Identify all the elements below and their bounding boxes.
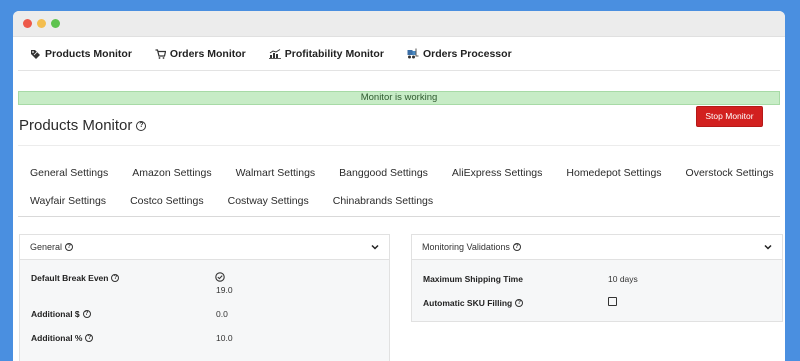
setting-label: Additional $ ? <box>31 309 91 319</box>
settings-tabs: General Settings Amazon Settings Walmart… <box>18 159 780 215</box>
tab-walmart-settings[interactable]: Walmart Settings <box>224 167 328 179</box>
nav-item-label: Orders Processor <box>422 47 512 60</box>
help-icon[interactable]: ? <box>512 243 521 251</box>
setting-value[interactable]: 10.0 <box>216 333 233 343</box>
stop-monitor-button[interactable]: Stop Monitor <box>696 106 763 127</box>
tab-chinabrands-settings[interactable]: Chinabrands Settings <box>321 195 445 207</box>
tab-costway-settings[interactable]: Costway Settings <box>216 195 321 207</box>
tab-aliexpress-settings[interactable]: AliExpress Settings <box>440 167 554 179</box>
automatic-sku-filling-checkbox[interactable] <box>608 297 617 306</box>
setting-label-text: Default Break Even <box>31 273 109 283</box>
page-title: Products Monitor ? <box>19 117 147 134</box>
help-icon[interactable]: ? <box>111 274 120 282</box>
setting-label: Automatic SKU Filling ? <box>423 298 524 308</box>
chevron-down-icon[interactable] <box>764 244 772 250</box>
chevron-down-icon[interactable] <box>371 244 379 250</box>
monitor-status-banner: Monitor is working <box>18 91 780 105</box>
general-panel-header[interactable]: General ? <box>20 235 389 260</box>
divider <box>18 145 780 146</box>
chart-icon <box>268 48 281 59</box>
nav-products-monitor[interactable]: Products Monitor <box>30 48 132 60</box>
nav-profitability-monitor[interactable]: Profitability Monitor <box>268 47 384 60</box>
help-icon[interactable]: ? <box>136 120 147 131</box>
maximize-window-button[interactable] <box>51 19 60 28</box>
help-icon[interactable]: ? <box>515 299 524 307</box>
setting-value[interactable]: 0.0 <box>216 309 228 319</box>
monitoring-validations-panel: Monitoring Validations ? Maximum Shippin… <box>411 234 783 322</box>
tabs-divider <box>18 216 780 217</box>
app-window: Products Monitor Orders Monitor Profitab… <box>13 11 785 361</box>
minimize-window-button[interactable] <box>37 19 46 28</box>
nav-orders-monitor[interactable]: Orders Monitor <box>155 48 246 60</box>
tag-icon <box>31 49 40 59</box>
settings-tabs-row-1: General Settings Amazon Settings Walmart… <box>18 159 780 187</box>
setting-label-text: Automatic SKU Filling <box>423 298 513 308</box>
tab-homedepot-settings[interactable]: Homedepot Settings <box>554 167 673 179</box>
check-circle-icon <box>215 272 225 282</box>
help-icon[interactable]: ? <box>85 334 94 342</box>
tab-costco-settings[interactable]: Costco Settings <box>118 195 216 207</box>
setting-label-text: Maximum Shipping Time <box>423 274 523 284</box>
setting-label: Default Break Even ? <box>31 273 120 283</box>
top-navigation: Products Monitor Orders Monitor Profitab… <box>18 37 780 71</box>
help-icon[interactable]: ? <box>82 310 91 318</box>
window-titlebar <box>13 11 785 37</box>
setting-label-text: Additional $ <box>31 309 80 319</box>
setting-value[interactable]: 19.0 <box>216 285 233 295</box>
tab-amazon-settings[interactable]: Amazon Settings <box>120 167 223 179</box>
tab-wayfair-settings[interactable]: Wayfair Settings <box>18 195 118 207</box>
monitoring-validations-header[interactable]: Monitoring Validations ? <box>412 235 782 260</box>
panel-title: General <box>30 242 63 252</box>
tab-banggood-settings[interactable]: Banggood Settings <box>327 167 440 179</box>
nav-item-label: Products Monitor <box>45 47 132 60</box>
setting-label: Additional % ? <box>31 333 94 343</box>
settings-tabs-row-2: Wayfair Settings Costco Settings Costway… <box>18 187 780 215</box>
setting-value[interactable]: 10 days <box>608 274 638 284</box>
help-icon[interactable]: ? <box>65 243 74 251</box>
setting-label: Maximum Shipping Time <box>423 274 523 284</box>
nav-item-label: Profitability Monitor <box>284 47 384 60</box>
panel-title: Monitoring Validations <box>422 242 510 252</box>
tab-general-settings[interactable]: General Settings <box>18 167 120 179</box>
setting-label-text: Additional % <box>31 333 83 343</box>
forklift-icon <box>407 48 419 59</box>
general-panel: General ? Default Break Even ? 19.0 Addi… <box>19 234 390 361</box>
cart-icon <box>155 48 166 59</box>
tab-overstock-settings[interactable]: Overstock Settings <box>674 167 785 179</box>
page-title-text: Products Monitor <box>19 117 133 134</box>
nav-orders-processor[interactable]: Orders Processor <box>407 48 512 60</box>
close-window-button[interactable] <box>23 19 32 28</box>
nav-item-label: Orders Monitor <box>169 47 246 60</box>
